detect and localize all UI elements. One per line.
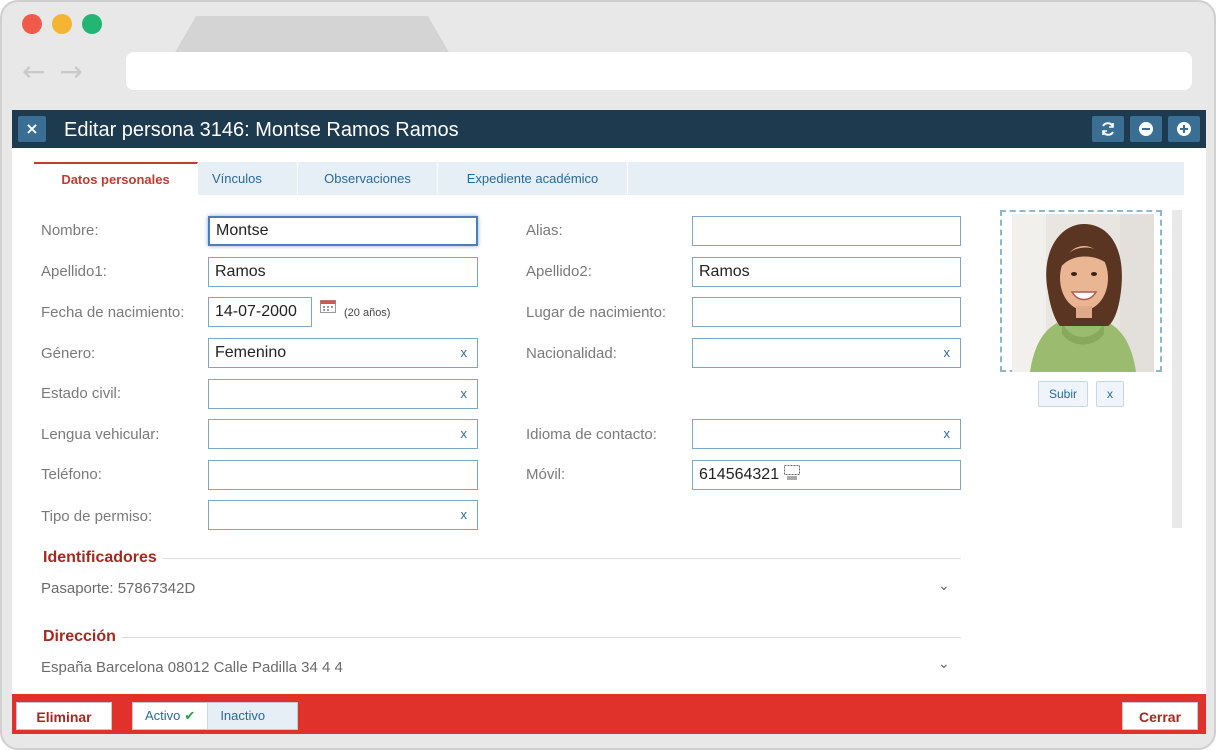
nacionalidad-label: Nacionalidad: [526, 345, 617, 362]
identificadores-divider [42, 558, 961, 559]
back-arrow-icon[interactable]: ← [22, 58, 45, 86]
dialog-titlebar: × Editar persona 3146: Montse Ramos Ramo… [12, 110, 1206, 148]
permiso-label: Tipo de permiso: [41, 508, 153, 525]
maximize-button[interactable] [1168, 116, 1200, 142]
close-window-icon[interactable] [22, 14, 42, 34]
lengua-clear-icon[interactable]: x [461, 420, 468, 448]
direccion-title: Dirección [43, 628, 122, 646]
lengua-select[interactable]: x [208, 419, 478, 449]
age-note: (20 años) [344, 307, 391, 319]
identificadores-value: Pasaporte: 57867342D [41, 580, 196, 597]
estado-civil-select[interactable]: x [208, 379, 478, 409]
idioma-select[interactable]: x [692, 419, 961, 449]
nacionalidad-select[interactable]: x [692, 338, 961, 368]
apellido1-field[interactable]: Ramos [208, 257, 478, 287]
fecha-label: Fecha de nacimiento: [41, 304, 185, 321]
maximize-window-icon[interactable] [82, 14, 102, 34]
fecha-field[interactable]: 14-07-2000 [208, 297, 312, 327]
nacionalidad-clear-icon[interactable]: x [944, 339, 951, 367]
status-toggle: Activo ✔ Inactivo [132, 702, 299, 730]
calendar-icon[interactable] [320, 299, 336, 313]
tab-datos-personales[interactable]: Datos personales [34, 162, 198, 195]
genero-clear-icon[interactable]: x [461, 339, 468, 367]
active-label: Activo [145, 708, 181, 723]
nav-arrows: ← → [22, 58, 83, 86]
telefono-label: Teléfono: [41, 466, 102, 483]
delete-button[interactable]: Eliminar [16, 702, 112, 730]
minimize-button[interactable] [1130, 116, 1162, 142]
upload-photo-button[interactable]: Subir [1038, 381, 1089, 407]
permiso-select[interactable]: x [208, 500, 478, 530]
close-button[interactable]: Cerrar [1122, 702, 1198, 730]
close-dialog-button[interactable]: × [18, 116, 46, 142]
movil-value: 614564321 [699, 466, 780, 483]
lugar-label: Lugar de nacimiento: [526, 304, 667, 321]
tab-expediente-academico[interactable]: Expediente académico [438, 162, 628, 195]
active-toggle-button[interactable]: Activo ✔ [133, 703, 208, 729]
lengua-label: Lengua vehicular: [41, 426, 160, 443]
forward-arrow-icon[interactable]: → [59, 58, 82, 86]
nombre-label: Nombre: [41, 222, 99, 239]
portrait-image [1012, 214, 1154, 372]
minimize-window-icon[interactable] [52, 14, 72, 34]
direccion-divider [42, 637, 961, 638]
refresh-icon [1102, 122, 1114, 136]
nombre-field[interactable]: Montse [208, 216, 478, 246]
idioma-label: Idioma de contacto: [526, 426, 657, 443]
title-tools [1092, 116, 1200, 142]
apellido1-label: Apellido1: [41, 263, 107, 280]
window-controls [22, 14, 102, 34]
apellido2-field[interactable]: Ramos [692, 257, 961, 287]
browser-frame: ← → × Editar persona 3146: Montse Ramos … [0, 0, 1216, 750]
genero-label: Género: [41, 345, 96, 362]
check-icon: ✔ [184, 708, 196, 723]
alias-field[interactable] [692, 216, 961, 246]
direccion-chevron-down-icon[interactable]: ⌄ [938, 656, 950, 672]
inactive-toggle-button[interactable]: Inactivo [207, 703, 298, 729]
tab-bar: Datos personales Vínculos Observaciones … [34, 162, 1184, 195]
plus-circle-icon [1177, 122, 1191, 136]
idioma-clear-icon[interactable]: x [944, 420, 951, 448]
scrollbar[interactable] [1172, 210, 1182, 528]
minus-circle-icon [1139, 122, 1153, 136]
identificadores-chevron-down-icon[interactable]: ⌄ [938, 578, 950, 594]
browser-tab[interactable] [174, 16, 450, 54]
photo-actions: Subir x [1038, 381, 1125, 407]
direccion-value: España Barcelona 08012 Calle Padilla 34 … [41, 659, 343, 676]
estado-civil-label: Estado civil: [41, 385, 122, 402]
tab-vinculos[interactable]: Vínculos [198, 162, 298, 195]
dialog-title: Editar persona 3146: Montse Ramos Ramos [64, 119, 459, 141]
telefono-field[interactable] [208, 460, 478, 490]
genero-value: Femenino [215, 344, 287, 361]
dialog-footer: Eliminar Activo ✔ Inactivo Cerrar [12, 694, 1206, 734]
address-bar[interactable] [126, 52, 1192, 90]
lugar-field[interactable] [692, 297, 961, 327]
estado-civil-clear-icon[interactable]: x [461, 380, 468, 408]
movil-label: Móvil: [526, 466, 566, 483]
genero-select[interactable]: Femenino x [208, 338, 478, 368]
phone-ext-icon [783, 465, 800, 480]
movil-field[interactable]: 614564321 [692, 460, 961, 490]
photo-frame [1000, 210, 1162, 372]
edit-person-dialog: × Editar persona 3146: Montse Ramos Ramo… [12, 110, 1206, 734]
profile-photo [1012, 214, 1154, 372]
refresh-button[interactable] [1092, 116, 1124, 142]
remove-photo-button[interactable]: x [1096, 381, 1125, 407]
alias-label: Alias: [526, 222, 563, 239]
identificadores-title: Identificadores [43, 549, 163, 567]
tab-observaciones[interactable]: Observaciones [298, 162, 438, 195]
apellido2-label: Apellido2: [526, 263, 592, 280]
permiso-clear-icon[interactable]: x [461, 501, 468, 529]
